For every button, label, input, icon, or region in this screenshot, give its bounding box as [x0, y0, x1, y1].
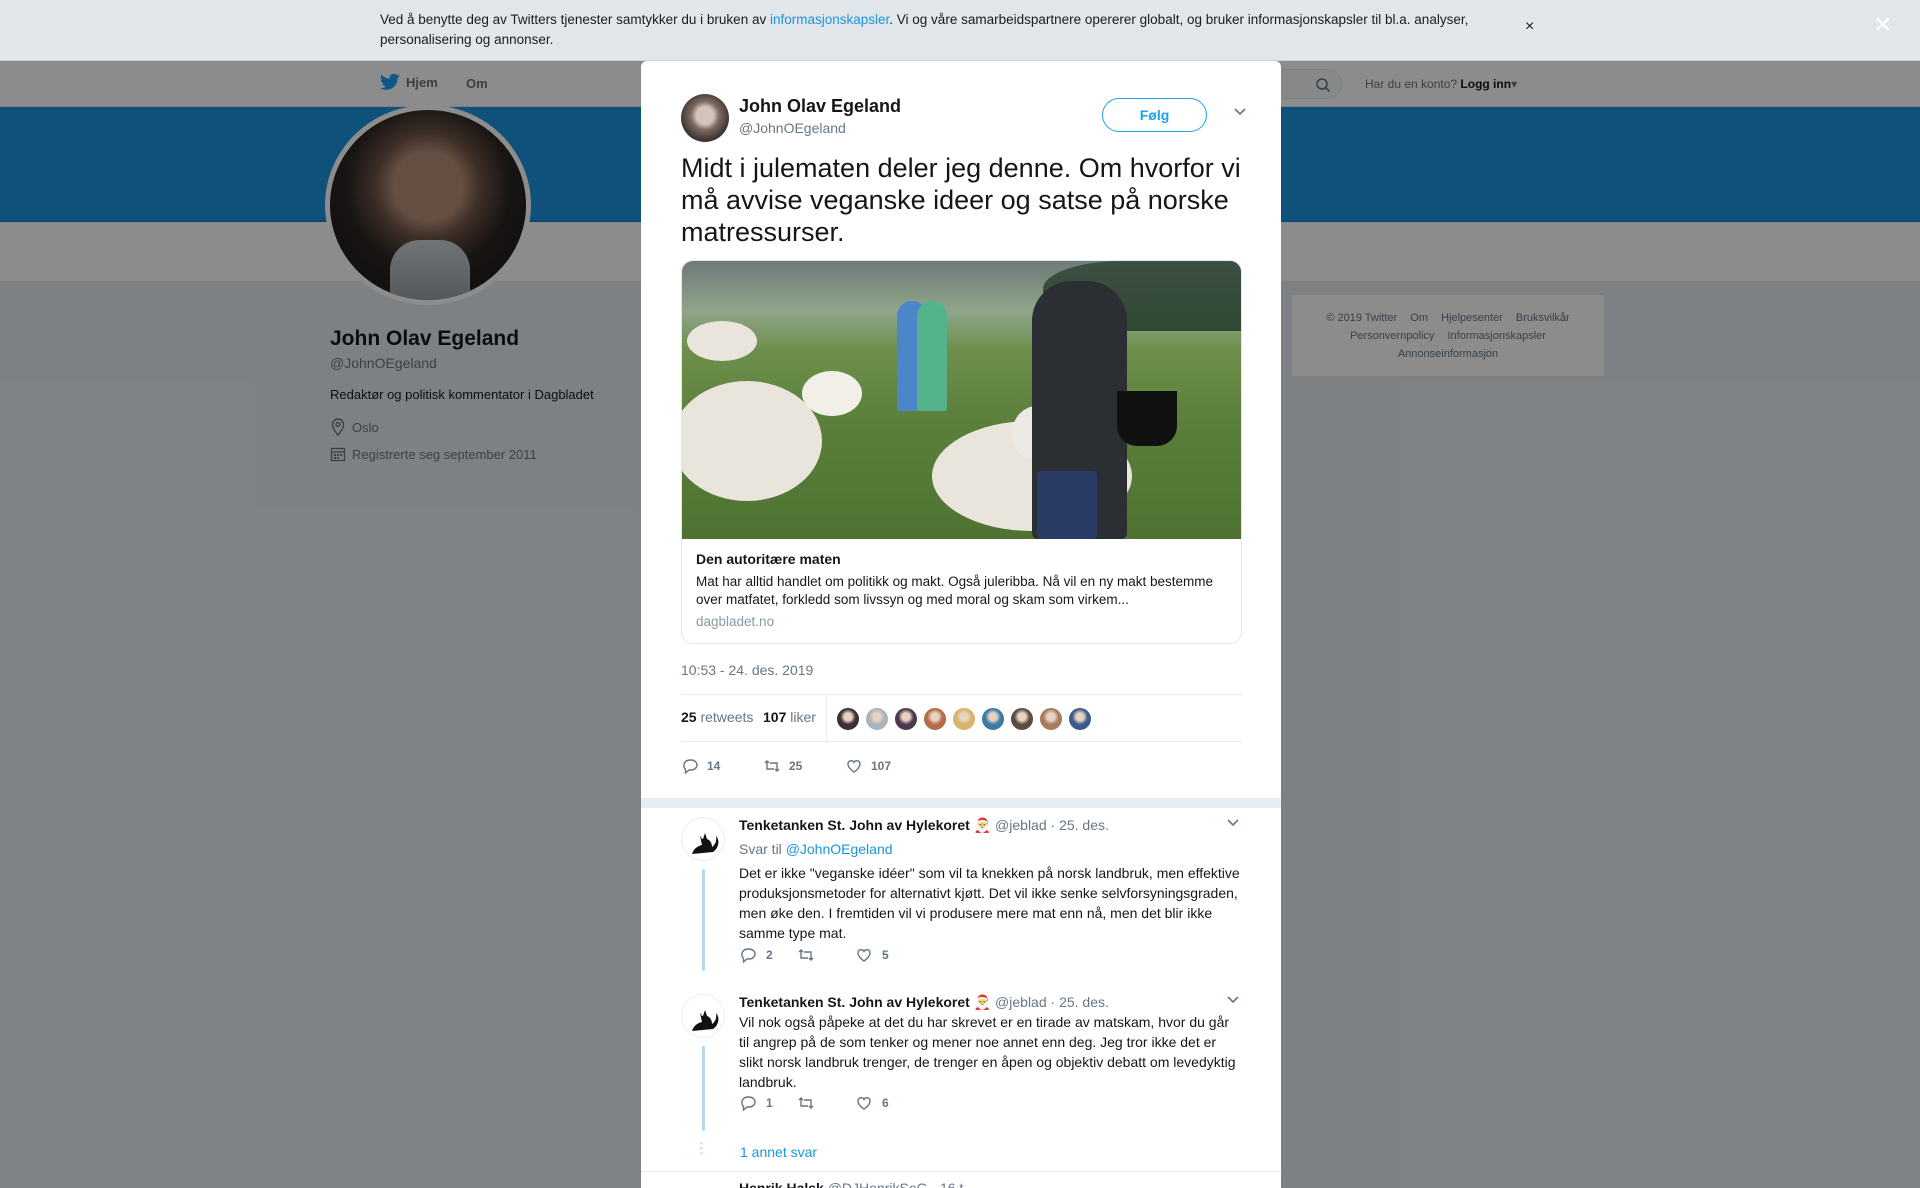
retweet-button[interactable]: 25: [763, 753, 845, 779]
next-reply-header: Henrik Halsk @DJHenrikSeG · 16 t: [739, 1180, 963, 1188]
reply-header: Tenketanken St. John av Hylekoret 🎅 @jeb…: [739, 817, 1109, 834]
thread-dots: • • •: [700, 1139, 703, 1158]
tweet-actions: 14 25 107: [681, 753, 927, 779]
liker-avatar[interactable]: [923, 707, 947, 731]
reply-icon: [741, 948, 756, 964]
liker-avatars: [836, 707, 1092, 731]
next-reply-handle[interactable]: @DJHenrikSeG: [828, 1180, 928, 1188]
retweet-button[interactable]: [797, 946, 855, 964]
reply-header: Tenketanken St. John av Hylekoret 🎅 @jeb…: [739, 994, 1109, 1011]
reply-count: 14: [707, 759, 721, 773]
chevron-down-icon[interactable]: [1233, 106, 1247, 120]
like-button[interactable]: 107: [845, 753, 927, 779]
author-name[interactable]: John Olav Egeland: [739, 96, 901, 117]
link-card[interactable]: Den autoritære maten Mat har alltid hand…: [681, 260, 1242, 644]
cookie-link[interactable]: informasjonskapsler: [770, 12, 889, 27]
reply-button[interactable]: 1: [739, 1094, 797, 1112]
like-button[interactable]: 6: [855, 1094, 913, 1112]
cookie-text-start: Ved å benytte deg av Twitters tjenester …: [380, 12, 770, 27]
like-action-count: 107: [871, 759, 892, 773]
reply-count: 1: [766, 1096, 773, 1110]
tweet-text: Midt i julematen deler jeg denne. Om hvo…: [681, 153, 1241, 247]
tweet-stats: 25 retweets 107 liker: [681, 694, 1242, 742]
retweet-button[interactable]: [797, 1094, 855, 1112]
retweet-action-count: 25: [789, 759, 803, 773]
card-description: Mat har alltid handlet om politikk og ma…: [696, 574, 1213, 607]
reply-actions: 2 5: [739, 946, 913, 964]
reply-icon: [683, 759, 698, 775]
cookie-close-icon[interactable]: ×: [1525, 18, 1534, 36]
santa-emoji: 🎅: [973, 817, 992, 833]
reply-to: Svar til @JohnOEgeland: [739, 841, 893, 857]
heart-icon: [857, 949, 871, 962]
chevron-down-icon[interactable]: [1226, 994, 1240, 1008]
retweet-icon: [798, 1097, 814, 1109]
like-stat[interactable]: 107 liker: [763, 709, 816, 725]
card-title: Den autoritære maten: [696, 551, 841, 567]
retweet-count: 25: [681, 709, 697, 725]
reply-text: Det er ikke "veganske idéer" som vil ta …: [739, 865, 1240, 941]
like-count: 5: [882, 948, 889, 962]
black-cat-icon: [692, 1010, 719, 1031]
next-reply-author[interactable]: Henrik Halsk: [739, 1180, 824, 1188]
reply-date[interactable]: · 25. des.: [1051, 817, 1109, 833]
reply-date[interactable]: · 25. des.: [1051, 994, 1109, 1010]
liker-avatar[interactable]: [1010, 707, 1034, 731]
reply-author-name[interactable]: Tenketanken St. John av Hylekoret: [739, 994, 970, 1010]
liker-avatar[interactable]: [952, 707, 976, 731]
liker-avatar[interactable]: [1068, 707, 1092, 731]
liker-avatar[interactable]: [865, 707, 889, 731]
cookie-banner: Ved å benytte deg av Twitters tjenester …: [0, 0, 1920, 61]
reply-avatar[interactable]: [681, 994, 725, 1038]
author-avatar[interactable]: [681, 94, 729, 142]
retweet-stat[interactable]: 25 retweets: [681, 709, 753, 725]
follow-button[interactable]: Følg: [1102, 98, 1207, 132]
tweet-header: John Olav Egeland @JohnOEgeland Følg: [681, 93, 1246, 143]
like-count: 107: [763, 709, 787, 725]
heart-icon: [847, 760, 861, 773]
santa-emoji: 🎅: [973, 994, 992, 1010]
reply-tweet[interactable]: Tenketanken St. John av Hylekoret 🎅 @jeb…: [681, 994, 1242, 1139]
reply-author-name[interactable]: Tenketanken St. John av Hylekoret: [739, 817, 970, 833]
reply-to-label: Svar til: [739, 841, 782, 857]
next-reply-date[interactable]: · 16 t: [931, 1180, 963, 1188]
reply-to-link[interactable]: @JohnOEgeland: [786, 841, 893, 857]
reply-actions: 1 6: [739, 1094, 913, 1112]
reply-author-handle[interactable]: @jeblad: [995, 994, 1047, 1010]
like-button[interactable]: 5: [855, 946, 913, 964]
reply-count: 2: [766, 948, 773, 962]
modal-close-icon[interactable]: ×: [1874, 10, 1892, 40]
reply-author-handle[interactable]: @jeblad: [995, 817, 1047, 833]
like-count: 6: [882, 1096, 889, 1110]
retweet-label: retweets: [700, 709, 754, 725]
retweet-icon: [764, 760, 780, 772]
black-cat-icon: [692, 833, 719, 854]
tweet-modal: John Olav Egeland @JohnOEgeland Følg Mid…: [641, 61, 1281, 1188]
like-label: liker: [790, 709, 816, 725]
next-reply[interactable]: Henrik Halsk @DJHenrikSeG · 16 t: [641, 1171, 1281, 1188]
reply-button[interactable]: 2: [739, 946, 797, 964]
card-domain: dagbladet.no: [696, 614, 775, 629]
reply-button[interactable]: 14: [681, 753, 763, 779]
reply-tweet[interactable]: Tenketanken St. John av Hylekoret 🎅 @jeb…: [681, 817, 1242, 971]
retweet-icon: [798, 949, 814, 961]
more-replies-link[interactable]: 1 annet svar: [740, 1144, 817, 1160]
reply-text: Vil nok også påpeke at det du har skreve…: [739, 1014, 1236, 1090]
cookie-text: Ved å benytte deg av Twitters tjenester …: [380, 10, 1520, 50]
reply-avatar[interactable]: [681, 817, 725, 861]
liker-avatar[interactable]: [1039, 707, 1063, 731]
liker-avatar[interactable]: [981, 707, 1005, 731]
divider: [641, 798, 1281, 808]
reply-icon: [741, 1096, 756, 1112]
author-handle[interactable]: @JohnOEgeland: [739, 120, 846, 136]
liker-avatar[interactable]: [836, 707, 860, 731]
tweet-timestamp[interactable]: 10:53 - 24. des. 2019: [681, 662, 813, 678]
heart-icon: [857, 1097, 871, 1110]
liker-avatar[interactable]: [894, 707, 918, 731]
card-image: [682, 261, 1241, 539]
chevron-down-icon[interactable]: [1226, 817, 1240, 831]
